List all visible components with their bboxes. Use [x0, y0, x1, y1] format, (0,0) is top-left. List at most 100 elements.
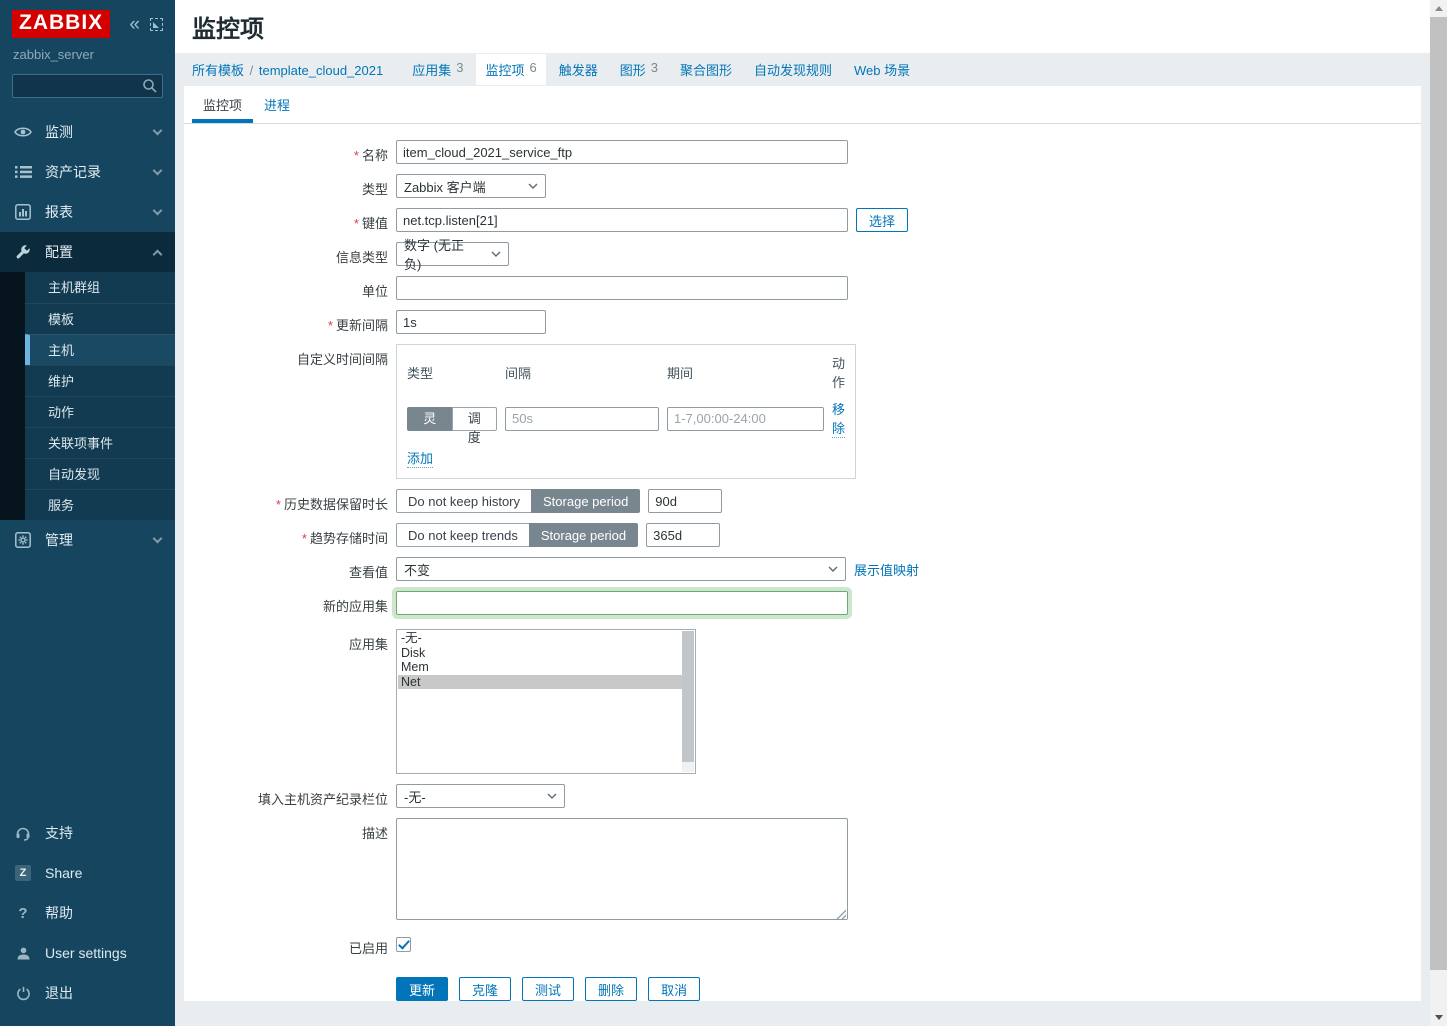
form-row-applications: 应用集 -无- Disk Mem Net — [184, 629, 1421, 774]
history-period-input[interactable] — [648, 489, 722, 513]
sidebar-item-administration[interactable]: 管理 — [0, 520, 175, 560]
scrollbar-up-arrow[interactable] — [1430, 0, 1447, 17]
expand-icon[interactable] — [150, 18, 163, 31]
tab-discovery-rules[interactable]: 自动发现规则 — [745, 54, 841, 85]
enabled-checkbox[interactable] — [396, 937, 411, 952]
tab-triggers[interactable]: 触发器 — [550, 54, 607, 85]
sidebar-item-label: 退出 — [45, 983, 73, 1003]
show-value-mappings-link[interactable]: 展示值映射 — [854, 560, 919, 579]
tab-graphs[interactable]: 图形3 — [611, 54, 667, 85]
form-row-type: 类型 Zabbix 客户端 — [184, 174, 1421, 198]
sidebar-item-configuration[interactable]: 配置 — [0, 232, 175, 272]
description-label: 描述 — [362, 826, 388, 841]
interval-period-input[interactable] — [667, 407, 824, 431]
application-option-net[interactable]: Net — [398, 675, 682, 690]
page-scrollbar[interactable] — [1430, 0, 1447, 1026]
trends-period-input[interactable] — [646, 523, 720, 547]
application-option-disk[interactable]: Disk — [398, 646, 682, 661]
applications-listbox[interactable]: -无- Disk Mem Net — [396, 629, 696, 774]
flexible-button[interactable]: 灵活 — [407, 407, 453, 431]
collapse-sidebar-icon[interactable]: « — [129, 15, 140, 34]
application-option-mem[interactable]: Mem — [398, 660, 682, 675]
sidebar-item-event-correlation[interactable]: 关联项事件 — [25, 427, 175, 458]
inventory-select[interactable]: -无- — [396, 784, 565, 808]
new-application-input[interactable] — [396, 591, 848, 615]
inventory-label: 填入主机资产纪录栏位 — [258, 792, 388, 807]
trends-storage-button[interactable]: Storage period — [529, 523, 638, 547]
sidebar-item-monitoring[interactable]: 监测 — [0, 112, 175, 152]
sidebar-item-maintenance[interactable]: 维护 — [25, 365, 175, 396]
history-off-button[interactable]: Do not keep history — [396, 489, 532, 513]
scheduling-button[interactable]: 调度 — [452, 407, 498, 431]
sidebar-item-inventory[interactable]: 资产记录 — [0, 152, 175, 192]
clone-button[interactable]: 克隆 — [459, 977, 511, 1001]
item-form-card: 监控项 进程 *名称 类型 Zabbix 客户端 *键值 — [184, 86, 1421, 1001]
subtab-item[interactable]: 监控项 — [192, 86, 253, 123]
entity-tabs: 应用集3 监控项6 触发器 图形3 聚合图形 自动发现规则 Web 场景 — [403, 54, 919, 85]
trends-segment: Do not keep trends Storage period — [396, 523, 638, 547]
sidebar-item-services[interactable]: 服务 — [25, 489, 175, 520]
required-asterisk: * — [354, 148, 359, 163]
tab-items[interactable]: 监控项6 — [476, 54, 545, 85]
zabbix-logo: ZABBIX — [12, 10, 110, 38]
list-icon — [14, 165, 32, 179]
sidebar-item-share[interactable]: Z Share — [0, 853, 175, 893]
form-row-units: 单位 — [184, 276, 1421, 300]
scrollbar-down-arrow[interactable] — [1430, 1009, 1447, 1026]
sidebar-item-support[interactable]: 支持 — [0, 813, 175, 853]
info-type-select[interactable]: 数字 (无正负) — [396, 242, 509, 266]
interval-add-link[interactable]: 添加 — [407, 448, 433, 468]
form-row-enabled: 已启用 — [184, 933, 1421, 957]
scrollbar-thumb[interactable] — [1430, 17, 1447, 970]
key-input[interactable] — [396, 208, 848, 232]
sidebar-item-help[interactable]: ? 帮助 — [0, 893, 175, 933]
tab-web-scenarios[interactable]: Web 场景 — [845, 54, 919, 85]
sidebar-item-actions[interactable]: 动作 — [25, 396, 175, 427]
test-button[interactable]: 测试 — [522, 977, 574, 1001]
cancel-button[interactable]: 取消 — [648, 977, 700, 1001]
units-input[interactable] — [396, 276, 848, 300]
breadcrumb-all-templates[interactable]: 所有模板 — [192, 63, 244, 78]
key-select-button[interactable]: 选择 — [856, 208, 908, 232]
update-interval-input[interactable] — [396, 310, 546, 334]
sidebar-item-reports[interactable]: 报表 — [0, 192, 175, 232]
form-actions: 更新 克隆 测试 删除 取消 — [396, 977, 700, 1001]
form-row-inventory: 填入主机资产纪录栏位 -无- — [184, 784, 1421, 808]
sidebar-item-label: User settings — [45, 945, 127, 961]
type-select[interactable]: Zabbix 客户端 — [396, 174, 546, 198]
application-option-none[interactable]: -无- — [398, 631, 682, 646]
search-input[interactable] — [12, 74, 163, 98]
sidebar-item-host-groups[interactable]: 主机群组 — [25, 272, 175, 303]
history-segment: Do not keep history Storage period — [396, 489, 640, 513]
listbox-scrollbar-thumb[interactable] — [682, 631, 694, 762]
interval-remove-link[interactable]: 移除 — [832, 399, 845, 438]
description-textarea[interactable] — [396, 818, 848, 920]
applications-label: 应用集 — [349, 637, 388, 652]
sidebar-item-templates[interactable]: 模板 — [25, 303, 175, 334]
breadcrumb-template-link[interactable]: template_cloud_2021 — [259, 63, 383, 78]
subtab-preprocessing[interactable]: 进程 — [253, 86, 301, 123]
show-value-select[interactable]: 不变 — [396, 557, 846, 581]
sidebar-item-label: 报表 — [45, 202, 73, 222]
search-icon[interactable] — [142, 78, 158, 94]
listbox-scrollbar[interactable] — [682, 631, 694, 772]
sidebar-item-hosts[interactable]: 主机 — [25, 334, 175, 365]
sidebar-item-discovery[interactable]: 自动发现 — [25, 458, 175, 489]
tab-applications[interactable]: 应用集3 — [403, 54, 472, 85]
name-input[interactable] — [396, 140, 848, 164]
form-row-key: *键值 选择 — [184, 208, 1421, 232]
interval-delay-input[interactable] — [505, 407, 659, 431]
sidebar-item-logout[interactable]: 退出 — [0, 973, 175, 1013]
bar-chart-icon — [14, 204, 32, 220]
history-storage-button[interactable]: Storage period — [531, 489, 640, 513]
content-area: 监控项 进程 *名称 类型 Zabbix 客户端 *键值 — [175, 86, 1430, 1026]
delete-button[interactable]: 删除 — [585, 977, 637, 1001]
update-button[interactable]: 更新 — [396, 977, 448, 1001]
chevron-down-icon — [153, 206, 163, 216]
trends-off-button[interactable]: Do not keep trends — [396, 523, 530, 547]
sidebar: ZABBIX « zabbix_server 监测 资产记录 报表 — [0, 0, 175, 1026]
tab-screens[interactable]: 聚合图形 — [671, 54, 741, 85]
chevron-down-icon — [153, 534, 163, 544]
sidebar-item-user-settings[interactable]: User settings — [0, 933, 175, 973]
zabbix-share-icon: Z — [14, 865, 32, 881]
